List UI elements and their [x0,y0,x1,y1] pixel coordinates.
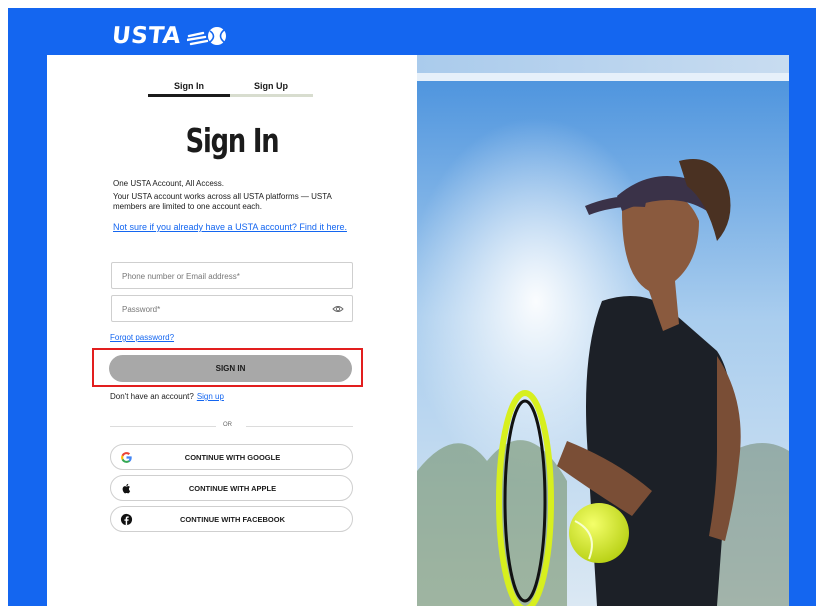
page-title: Sign In [185,121,280,160]
logo-text: USTA [110,23,183,49]
continue-with-google-label: CONTINUE WITH GOOGLE [184,453,281,462]
forgot-password-link[interactable]: Forgot password? [110,333,174,342]
sign-in-panel: Sign In Sign Up Sign In One USTA Account… [47,55,417,606]
signup-prompt: Don't have an account? Sign up [110,392,224,401]
usta-logo[interactable]: USTA [110,23,231,49]
find-account-link[interactable]: Not sure if you already have a USTA acco… [113,221,353,234]
continue-with-facebook-label: CONTINUE WITH FACEBOOK [180,515,285,524]
continue-with-apple-button[interactable]: CONTINUE WITH APPLE [110,475,353,501]
hero-image-panel [417,55,789,606]
continue-with-facebook-button[interactable]: CONTINUE WITH FACEBOOK [110,506,353,532]
tennis-player-photo [417,81,789,606]
continue-with-google-button[interactable]: CONTINUE WITH GOOGLE [110,444,353,470]
hero-top-stripe [417,55,789,73]
password-input[interactable] [122,305,322,314]
divider-left [110,426,216,427]
divider-or: OR [223,422,232,428]
email-input[interactable] [122,272,322,281]
email-field[interactable] [111,262,353,289]
intro-line-2: Your USTA account works across all USTA … [113,191,332,212]
tab-active-indicator [148,94,230,97]
intro-line-1: One USTA Account, All Access. [113,179,225,188]
eye-icon[interactable] [332,304,344,314]
tennis-ball-swoosh-icon [186,27,226,46]
sign-up-link[interactable]: Sign up [197,392,224,401]
signup-prompt-text: Don't have an account? [110,392,194,401]
password-field[interactable] [111,295,353,322]
sign-in-button[interactable]: SIGN IN [109,355,352,382]
intro-text: One USTA Account, All Access. Your USTA … [113,179,363,215]
continue-with-apple-label: CONTINUE WITH APPLE [188,484,277,493]
divider-right [246,426,353,427]
